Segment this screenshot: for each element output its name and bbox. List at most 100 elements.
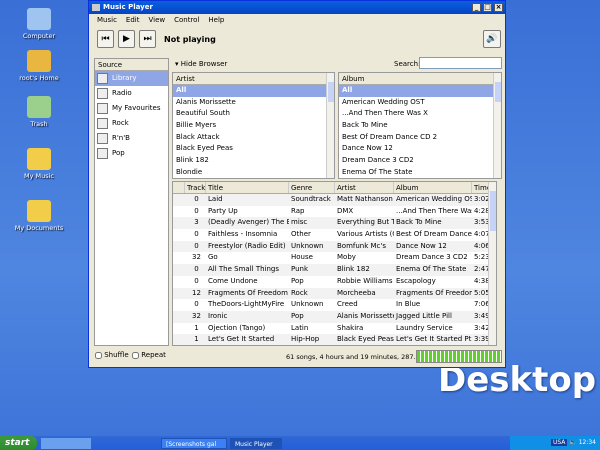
artist-item[interactable]: Blondie: [173, 167, 334, 178]
cell-track: 0: [194, 241, 199, 250]
now-playing-status: Not playing: [164, 35, 216, 44]
desktop-icon-music[interactable]: My Music: [10, 148, 68, 180]
artist-list: Artist All Alanis Morissette Beautiful Sou…: [172, 72, 335, 179]
artist-item[interactable]: Black Eyed Peas: [173, 143, 334, 155]
table-row[interactable]: 0 Laid Soundtrack Matt Nathanson American We…: [173, 194, 496, 206]
album-item[interactable]: All: [339, 85, 501, 97]
album-item[interactable]: Dance Now 12: [339, 143, 501, 155]
cell-title: All The Small Things: [208, 265, 279, 274]
column-header-genre[interactable]: Genre: [289, 182, 335, 193]
music-player-window: Music Player _ □ × Music Edit View Contr…: [88, 0, 506, 368]
cell-title: TheDoors-LightMyFire: [208, 300, 285, 309]
album-item[interactable]: Best Of Dream Dance CD 2: [339, 132, 501, 144]
table-row[interactable]: 3 (Deadly Avenger) The Bayoumisc Everythin…: [173, 217, 496, 230]
computer-icon: [27, 8, 51, 30]
search-input[interactable]: [419, 57, 502, 69]
menu-control[interactable]: Control: [174, 14, 199, 27]
table-row[interactable]: 32 Ironic Pop Alanis Morissette Jagged Littl…: [173, 310, 496, 323]
taskbar: start [Screenshots gal Music Player USA …: [0, 436, 600, 450]
artist-header[interactable]: Artist: [173, 73, 334, 85]
trash-icon: [27, 96, 51, 118]
column-header-album[interactable]: Album: [394, 182, 472, 193]
table-row[interactable]: 0Party UpRapDMX...And Then There Was X4:…: [173, 206, 496, 218]
table-row[interactable]: 1 Ojection (Tango) Latin Shakira Laundry Ser…: [173, 323, 496, 335]
menu-music[interactable]: Music: [97, 14, 117, 27]
playlist-icon: [97, 148, 108, 159]
cell-album: Back To Mine: [396, 218, 442, 227]
source-item-favourites[interactable]: My Favourites: [95, 101, 168, 116]
desktop-icon-trash[interactable]: Trash: [10, 96, 68, 128]
column-header-artist[interactable]: Artist: [335, 182, 394, 193]
artist-item[interactable]: All: [173, 85, 334, 97]
row-spacer: [173, 206, 185, 218]
repeat-check[interactable]: [132, 351, 139, 359]
table-row[interactable]: 0 Faithless - Insomnia Other Various Artist…: [173, 229, 496, 241]
cell-artist: Shakira: [337, 323, 364, 332]
artist-item[interactable]: Black Attack: [173, 132, 334, 144]
cell-track: 0: [194, 230, 199, 239]
play-button[interactable]: ▶: [118, 30, 135, 48]
column-header-track[interactable]: Track: [185, 182, 206, 193]
table-row[interactable]: 12 Fragments Of Freedom Rock Morcheeba Fragm…: [173, 287, 496, 300]
row-spacer: [173, 217, 185, 229]
task-music-player[interactable]: Music Player: [230, 437, 282, 449]
hide-browser-toggle[interactable]: ▾ Hide Browser: [175, 60, 227, 68]
table-row[interactable]: 0 Freestylor (Radio Edit) Unknown Bomfunk M…: [173, 240, 496, 253]
source-item-pop[interactable]: Pop: [95, 146, 168, 161]
artist-item[interactable]: Billie Myers: [173, 120, 334, 132]
title-bar[interactable]: Music Player _ □ ×: [89, 1, 505, 14]
artist-scrollbar[interactable]: [326, 73, 334, 178]
menu-view[interactable]: View: [148, 14, 165, 27]
close-button[interactable]: ×: [494, 3, 503, 12]
source-item-rock[interactable]: Rock: [95, 116, 168, 131]
cell-title: Go: [208, 253, 218, 262]
menu-help[interactable]: Help: [208, 14, 224, 27]
table-row[interactable]: 0 TheDoors-LightMyFire Unknown Creed In Blue…: [173, 299, 496, 311]
album-item[interactable]: Enema Of The State: [339, 167, 501, 178]
album-item[interactable]: American Wedding OST: [339, 97, 501, 109]
source-item-radio[interactable]: Radio: [95, 86, 168, 101]
library-icon: [97, 73, 108, 84]
album-scrollbar[interactable]: [493, 73, 501, 178]
artist-item[interactable]: Blink 182: [173, 155, 334, 167]
album-item[interactable]: Dream Dance 3 CD2: [339, 155, 501, 167]
album-item[interactable]: Back To Mine: [339, 120, 501, 132]
home-icon: [27, 50, 51, 72]
cell-track: 3: [194, 218, 199, 227]
next-button[interactable]: ⏭: [139, 30, 156, 48]
cell-title: Party Up: [208, 206, 238, 215]
table-row[interactable]: 1 Let's Get It Started Hip-Hop Black Eyed P…: [173, 334, 496, 345]
tray-lang[interactable]: USA: [550, 439, 568, 446]
menu-edit[interactable]: Edit: [126, 14, 140, 27]
desktop-icon-home[interactable]: root's Home: [10, 50, 68, 82]
desktop-icon-documents[interactable]: My Documents: [10, 200, 68, 232]
cell-title: Ojection (Tango): [208, 323, 266, 332]
table-row[interactable]: 0 Come Undone Pop Robbie Williams Escapology…: [173, 276, 496, 288]
source-item-rnb[interactable]: R'n'B: [95, 131, 168, 146]
shuffle-check[interactable]: [95, 351, 102, 359]
minimize-button[interactable]: _: [472, 3, 481, 12]
track-scrollbar[interactable]: [488, 182, 496, 345]
album-header[interactable]: Album: [339, 73, 501, 85]
desktop-icon-computer[interactable]: Computer: [10, 8, 68, 40]
library-summary: 61 songs, 4 hours and 19 minutes, 287.2 …: [286, 353, 432, 361]
column-header-title[interactable]: Title: [206, 182, 289, 193]
album-item[interactable]: ...And Then There Was X: [339, 108, 501, 120]
cell-genre: Other: [291, 230, 311, 239]
folder-icon: [27, 200, 51, 222]
source-item-library[interactable]: Library: [95, 71, 168, 86]
start-button[interactable]: start: [0, 436, 37, 450]
artist-item[interactable]: Beautiful South: [173, 108, 334, 120]
repeat-checkbox[interactable]: Repeat: [132, 351, 166, 359]
volume-button[interactable]: 🔊: [483, 30, 501, 48]
quick-launch-icons[interactable]: [41, 437, 91, 449]
maximize-button[interactable]: □: [483, 3, 492, 12]
task-screenshots[interactable]: [Screenshots gal: [161, 437, 227, 449]
table-row[interactable]: 32 Go House Moby Dream Dance 3 CD2 5:23: [173, 252, 496, 264]
cell-album: In Blue: [396, 300, 421, 309]
previous-button[interactable]: ⏮: [97, 30, 114, 48]
shuffle-checkbox[interactable]: Shuffle: [95, 351, 129, 359]
cell-album: Fragments Of Freedom: [396, 288, 472, 297]
artist-item[interactable]: Alanis Morissette: [173, 97, 334, 109]
table-row[interactable]: 0 All The Small Things Punk Blink 182 Enema …: [173, 264, 496, 276]
